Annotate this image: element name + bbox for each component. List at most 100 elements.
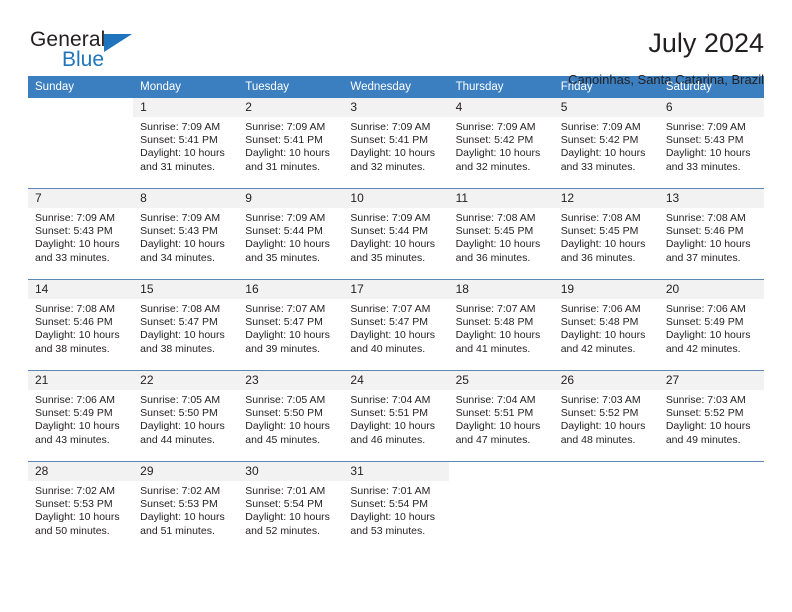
page-title: July 2024	[648, 28, 764, 58]
calendar-day-cell[interactable]: 18 Sunrise: 7:07 AM Sunset: 5:48 PM Dayligh…	[448, 280, 554, 370]
weekday-header-wednesday: Wednesday	[343, 76, 449, 98]
day-number: 15	[133, 280, 239, 299]
day-number: 17	[343, 280, 449, 299]
calendar-week-row: 7 Sunrise: 7:09 AM Sunset: 5:43 PM Daylight…	[28, 188, 764, 280]
calendar-day-cell[interactable]: 12 Sunrise: 7:08 AM Sunset: 5:45 PM Dayligh…	[553, 189, 659, 279]
calendar-day-cell[interactable]: 29 Sunrise: 7:02 AM Sunset: 5:53 PM Dayligh…	[133, 462, 239, 552]
sunrise-text: Sunrise: 7:08 AM	[35, 303, 115, 315]
sunset-text: Sunset: 5:50 PM	[245, 407, 323, 420]
weekday-header-sunday: Sunday	[28, 76, 134, 98]
day-info: Sunrise: 7:06 AM Sunset: 5:49 PM Daylight:…	[28, 390, 133, 447]
sunrise-text: Sunrise: 7:08 AM	[560, 212, 641, 224]
sunrise-text: Sunrise: 7:08 AM	[140, 303, 221, 315]
daylight-text: Daylight: 10 hours and 43 minutes.	[35, 420, 120, 446]
calendar-day-cell[interactable]: 24 Sunrise: 7:04 AM Sunset: 5:51 PM Dayligh…	[343, 371, 449, 461]
daylight-text: Daylight: 10 hours and 35 minutes.	[350, 238, 436, 264]
weekday-header-thursday: Thursday	[448, 76, 554, 98]
sunset-text: Sunset: 5:54 PM	[245, 498, 323, 511]
calendar-day-cell[interactable]: 20 Sunrise: 7:06 AM Sunset: 5:49 PM Dayligh…	[658, 280, 764, 370]
sunset-text: Sunset: 5:54 PM	[350, 498, 429, 511]
calendar-day-cell[interactable]: 5 Sunrise: 7:09 AM Sunset: 5:42 PM Daylight…	[553, 98, 659, 188]
sunset-text: Sunset: 5:45 PM	[455, 225, 534, 238]
calendar-day-cell-empty	[658, 462, 764, 552]
day-info: Sunrise: 7:01 AM Sunset: 5:54 PM Daylight:…	[238, 481, 343, 538]
daylight-text: Daylight: 10 hours and 33 minutes.	[560, 147, 646, 173]
general-blue-logo[interactable]: General Blue	[28, 28, 158, 76]
day-info: Sunrise: 7:07 AM Sunset: 5:48 PM Daylight:…	[449, 299, 554, 356]
daylight-text: Daylight: 10 hours and 33 minutes.	[665, 147, 751, 173]
sunset-text: Sunset: 5:41 PM	[140, 134, 218, 147]
day-number: 29	[133, 462, 239, 481]
calendar-day-cell[interactable]: 9 Sunrise: 7:09 AM Sunset: 5:44 PM Daylight…	[238, 189, 344, 279]
daylight-text: Daylight: 10 hours and 40 minutes.	[350, 329, 436, 355]
day-info: Sunrise: 7:08 AM Sunset: 5:46 PM Daylight:…	[659, 208, 764, 265]
calendar-table: Sunday Monday Tuesday Wednesday Thursday Frid…	[28, 76, 764, 552]
calendar-day-cell[interactable]: 1 Sunrise: 7:09 AM Sunset: 5:41 PM Daylight…	[133, 98, 239, 188]
daylight-text: Daylight: 10 hours and 31 minutes.	[245, 147, 330, 173]
day-info: Sunrise: 7:09 AM Sunset: 5:41 PM Daylight:…	[343, 117, 448, 174]
day-number: 28	[28, 462, 134, 481]
day-info: Sunrise: 7:06 AM Sunset: 5:49 PM Daylight:…	[659, 299, 764, 356]
calendar-day-cell[interactable]: 7 Sunrise: 7:09 AM Sunset: 5:43 PM Daylight…	[28, 189, 134, 279]
day-number: 4	[448, 98, 554, 117]
calendar-day-cell[interactable]: 27 Sunrise: 7:03 AM Sunset: 5:52 PM Dayligh…	[658, 371, 764, 461]
sunset-text: Sunset: 5:43 PM	[665, 134, 744, 147]
calendar-day-cell[interactable]: 23 Sunrise: 7:05 AM Sunset: 5:50 PM Dayligh…	[238, 371, 344, 461]
sunrise-text: Sunrise: 7:03 AM	[560, 394, 641, 406]
sunset-text: Sunset: 5:47 PM	[140, 316, 218, 329]
sunrise-text: Sunrise: 7:07 AM	[455, 303, 536, 315]
calendar-day-cell[interactable]: 4 Sunrise: 7:09 AM Sunset: 5:42 PM Daylight…	[448, 98, 554, 188]
daylight-text: Daylight: 10 hours and 45 minutes.	[245, 420, 330, 446]
calendar-day-cell[interactable]: 25 Sunrise: 7:04 AM Sunset: 5:51 PM Dayligh…	[448, 371, 554, 461]
daylight-text: Daylight: 10 hours and 34 minutes.	[140, 238, 225, 264]
calendar-day-cell[interactable]: 2 Sunrise: 7:09 AM Sunset: 5:41 PM Daylight…	[238, 98, 344, 188]
calendar-day-cell[interactable]: 14 Sunrise: 7:08 AM Sunset: 5:46 PM Dayligh…	[28, 280, 134, 370]
day-info: Sunrise: 7:09 AM Sunset: 5:41 PM Daylight:…	[133, 117, 238, 174]
calendar-day-cell[interactable]: 30 Sunrise: 7:01 AM Sunset: 5:54 PM Dayligh…	[238, 462, 344, 552]
calendar-day-cell[interactable]: 15 Sunrise: 7:08 AM Sunset: 5:47 PM Dayligh…	[133, 280, 239, 370]
day-info: Sunrise: 7:04 AM Sunset: 5:51 PM Daylight:…	[343, 390, 448, 447]
sunset-text: Sunset: 5:47 PM	[245, 316, 323, 329]
daylight-text: Daylight: 10 hours and 42 minutes.	[560, 329, 646, 355]
day-number: 14	[28, 280, 134, 299]
day-info: Sunrise: 7:02 AM Sunset: 5:53 PM Daylight:…	[133, 481, 238, 538]
sunrise-text: Sunrise: 7:04 AM	[455, 394, 536, 406]
daylight-text: Daylight: 10 hours and 41 minutes.	[455, 329, 541, 355]
calendar-day-cell[interactable]: 22 Sunrise: 7:05 AM Sunset: 5:50 PM Dayligh…	[133, 371, 239, 461]
daylight-text: Daylight: 10 hours and 36 minutes.	[455, 238, 541, 264]
calendar-week-row: 21 Sunrise: 7:06 AM Sunset: 5:49 PM Dayligh…	[28, 370, 764, 462]
day-info: Sunrise: 7:09 AM Sunset: 5:43 PM Daylight:…	[28, 208, 133, 265]
calendar-day-cell[interactable]: 31 Sunrise: 7:01 AM Sunset: 5:54 PM Dayligh…	[343, 462, 449, 552]
page-header: General Blue July 2024 Canoinhas, Santa …	[28, 0, 764, 87]
sunset-text: Sunset: 5:48 PM	[560, 316, 639, 329]
logo-text-blue: Blue	[62, 48, 105, 71]
calendar-day-cell[interactable]: 28 Sunrise: 7:02 AM Sunset: 5:53 PM Dayligh…	[28, 462, 134, 552]
sunset-text: Sunset: 5:45 PM	[560, 225, 639, 238]
day-number: 23	[238, 371, 344, 390]
day-info: Sunrise: 7:03 AM Sunset: 5:52 PM Daylight:…	[659, 390, 764, 447]
day-info: Sunrise: 7:07 AM Sunset: 5:47 PM Daylight:…	[238, 299, 343, 356]
day-info: Sunrise: 7:08 AM Sunset: 5:47 PM Daylight:…	[133, 299, 238, 356]
day-number: 10	[343, 189, 449, 208]
calendar-day-cell[interactable]: 8 Sunrise: 7:09 AM Sunset: 5:43 PM Daylight…	[133, 189, 239, 279]
day-info: Sunrise: 7:09 AM Sunset: 5:41 PM Daylight:…	[238, 117, 343, 174]
sunrise-text: Sunrise: 7:02 AM	[35, 485, 115, 497]
calendar-day-cell[interactable]: 13 Sunrise: 7:08 AM Sunset: 5:46 PM Dayligh…	[658, 189, 764, 279]
day-number: 6	[658, 98, 764, 117]
sunset-text: Sunset: 5:41 PM	[350, 134, 429, 147]
calendar-day-cell[interactable]: 3 Sunrise: 7:09 AM Sunset: 5:41 PM Daylight…	[343, 98, 449, 188]
calendar-day-cell[interactable]: 10 Sunrise: 7:09 AM Sunset: 5:44 PM Dayligh…	[343, 189, 449, 279]
daylight-text: Daylight: 10 hours and 36 minutes.	[560, 238, 646, 264]
calendar-day-cell[interactable]: 26 Sunrise: 7:03 AM Sunset: 5:52 PM Dayligh…	[553, 371, 659, 461]
day-info: Sunrise: 7:08 AM Sunset: 5:45 PM Daylight:…	[449, 208, 554, 265]
sunset-text: Sunset: 5:50 PM	[140, 407, 218, 420]
calendar-day-cell[interactable]: 11 Sunrise: 7:08 AM Sunset: 5:45 PM Dayligh…	[448, 189, 554, 279]
calendar-day-cell[interactable]: 19 Sunrise: 7:06 AM Sunset: 5:48 PM Dayligh…	[553, 280, 659, 370]
calendar-day-cell[interactable]: 21 Sunrise: 7:06 AM Sunset: 5:49 PM Dayligh…	[28, 371, 134, 461]
day-info: Sunrise: 7:05 AM Sunset: 5:50 PM Daylight:…	[133, 390, 238, 447]
calendar-day-cell[interactable]: 16 Sunrise: 7:07 AM Sunset: 5:47 PM Dayligh…	[238, 280, 344, 370]
calendar-week-row: 1 Sunrise: 7:09 AM Sunset: 5:41 PM Daylight…	[28, 98, 764, 189]
sunset-text: Sunset: 5:46 PM	[665, 225, 744, 238]
calendar-day-cell[interactable]: 6 Sunrise: 7:09 AM Sunset: 5:43 PM Daylight…	[658, 98, 764, 188]
calendar-day-cell[interactable]: 17 Sunrise: 7:07 AM Sunset: 5:47 PM Dayligh…	[343, 280, 449, 370]
